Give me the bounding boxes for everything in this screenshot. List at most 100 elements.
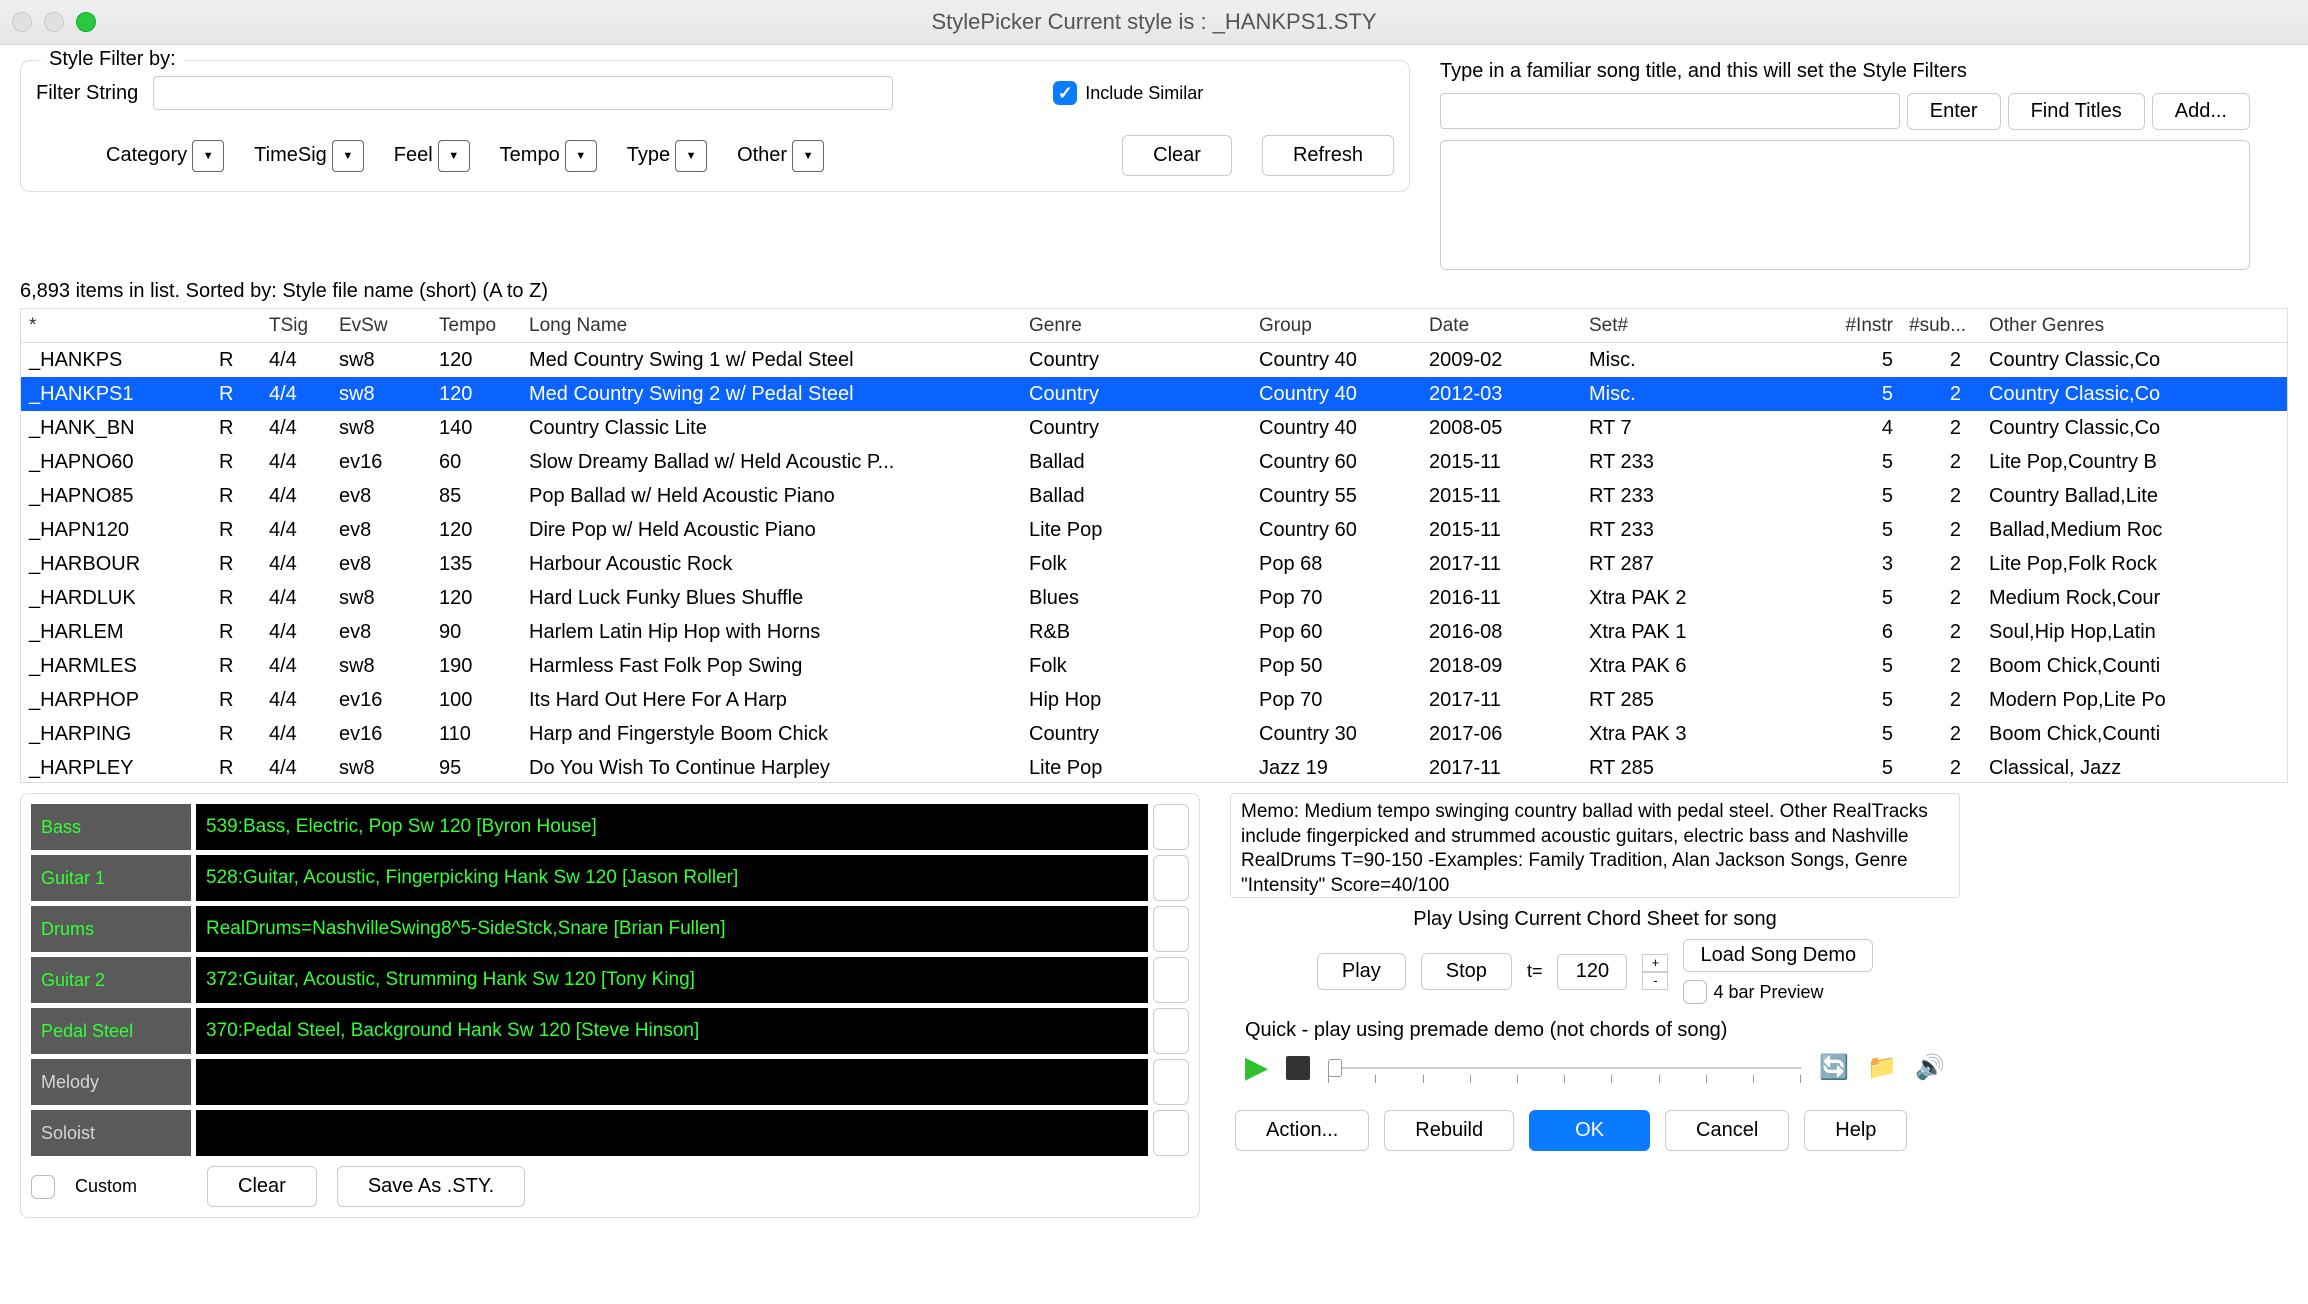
category-label: Category <box>106 144 187 167</box>
table-row[interactable]: _HANKPS1R4/4sw8120Med Country Swing 2 w/… <box>21 377 2287 411</box>
table-row[interactable]: _HARBOURR4/4ev8135Harbour Acoustic RockF… <box>21 547 2287 581</box>
table-row[interactable]: _HARMLESR4/4sw8190Harmless Fast Folk Pop… <box>21 649 2287 683</box>
save-as-sty-button[interactable]: Save As .STY. <box>337 1166 525 1207</box>
col-genre[interactable]: Genre <box>1021 315 1251 337</box>
t-label: t= <box>1527 961 1543 982</box>
tempo-input[interactable] <box>1557 954 1627 990</box>
load-song-demo-button[interactable]: Load Song Demo <box>1683 939 1873 972</box>
table-header[interactable]: * TSig EvSw Tempo Long Name Genre Group … <box>21 309 2287 343</box>
table-row[interactable]: _HARLEMR4/4ev890Harlem Latin Hip Hop wit… <box>21 615 2287 649</box>
track-row: Guitar 1528:Guitar, Acoustic, Fingerpick… <box>31 855 1189 901</box>
folder-icon[interactable]: 📁 <box>1867 1053 1897 1082</box>
track-label[interactable]: Melody <box>31 1059 191 1105</box>
track-value[interactable] <box>196 1110 1148 1156</box>
track-label[interactable]: Bass <box>31 804 191 850</box>
speaker-icon[interactable]: 🔊 <box>1915 1053 1945 1082</box>
song-title-input[interactable] <box>1440 93 1900 129</box>
maximize-window-icon[interactable] <box>76 12 96 32</box>
track-value[interactable]: RealDrums=NashvilleSwing8^5-SideStck,Sna… <box>196 906 1148 952</box>
other-dropdown[interactable] <box>792 140 824 172</box>
tempo-down-button[interactable]: - <box>1642 972 1668 990</box>
feel-dropdown[interactable] <box>438 140 470 172</box>
track-label[interactable]: Guitar 2 <box>31 957 191 1003</box>
track-box[interactable] <box>1153 906 1189 952</box>
col-evsw[interactable]: EvSw <box>331 315 431 337</box>
track-value[interactable] <box>196 1059 1148 1105</box>
loop-icon[interactable]: 🔄 <box>1819 1053 1849 1082</box>
table-body[interactable]: _HANKPSR4/4sw8120Med Country Swing 1 w/ … <box>21 343 2287 783</box>
minimize-window-icon[interactable] <box>44 12 64 32</box>
track-label[interactable]: Pedal Steel <box>31 1008 191 1054</box>
stop-button[interactable]: Stop <box>1421 953 1512 990</box>
rebuild-button[interactable]: Rebuild <box>1384 1110 1514 1151</box>
col-other[interactable]: Other Genres <box>1981 315 2221 337</box>
play-icon[interactable]: ▶ <box>1245 1050 1268 1085</box>
table-row[interactable]: _HAPNO60R4/4ev1660Slow Dreamy Ballad w/ … <box>21 445 2287 479</box>
table-row[interactable]: _HANK_BNR4/4sw8140Country Classic LiteCo… <box>21 411 2287 445</box>
track-box[interactable] <box>1153 855 1189 901</box>
type-label: Type <box>627 144 670 167</box>
col-set[interactable]: Set# <box>1581 315 1821 337</box>
enter-button[interactable]: Enter <box>1907 93 2001 130</box>
include-similar-checkbox[interactable] <box>1053 81 1077 105</box>
type-dropdown[interactable] <box>675 140 707 172</box>
custom-label: Custom <box>75 1176 137 1197</box>
add-button[interactable]: Add... <box>2152 93 2250 130</box>
track-value[interactable]: 370:Pedal Steel, Background Hank Sw 120 … <box>196 1008 1148 1054</box>
stop-icon[interactable] <box>1286 1056 1310 1080</box>
clear-filter-button[interactable]: Clear <box>1122 135 1232 176</box>
ok-button[interactable]: OK <box>1529 1110 1650 1151</box>
play-button[interactable]: Play <box>1317 953 1406 990</box>
col-group[interactable]: Group <box>1251 315 1421 337</box>
table-row[interactable]: _HANKPSR4/4sw8120Med Country Swing 1 w/ … <box>21 343 2287 377</box>
find-titles-button[interactable]: Find Titles <box>2008 93 2145 130</box>
help-button[interactable]: Help <box>1804 1110 1907 1151</box>
filter-string-input[interactable] <box>153 76 893 110</box>
col-tempo[interactable]: Tempo <box>431 315 521 337</box>
four-bar-checkbox[interactable] <box>1683 980 1707 1004</box>
refresh-button[interactable]: Refresh <box>1262 135 1394 176</box>
col-name[interactable]: * <box>21 315 211 337</box>
table-row[interactable]: _HARPINGR4/4ev16110Harp and Fingerstyle … <box>21 717 2287 751</box>
clear-tracks-button[interactable]: Clear <box>207 1166 317 1207</box>
timesig-label: TimeSig <box>254 144 327 167</box>
table-row[interactable]: _HARDLUKR4/4sw8120Hard Luck Funky Blues … <box>21 581 2287 615</box>
track-value[interactable]: 372:Guitar, Acoustic, Strumming Hank Sw … <box>196 957 1148 1003</box>
track-value[interactable]: 539:Bass, Electric, Pop Sw 120 [Byron Ho… <box>196 804 1148 850</box>
track-box[interactable] <box>1153 957 1189 1003</box>
track-box[interactable] <box>1153 804 1189 850</box>
track-box[interactable] <box>1153 1059 1189 1105</box>
table-row[interactable]: _HAPN120R4/4ev8120Dire Pop w/ Held Acous… <box>21 513 2287 547</box>
custom-checkbox[interactable] <box>31 1175 55 1199</box>
filter-string-label: Filter String <box>36 82 138 105</box>
table-row[interactable]: _HARPHOPR4/4ev16100Its Hard Out Here For… <box>21 683 2287 717</box>
window-controls <box>12 12 96 32</box>
table-row[interactable]: _HAPNO85R4/4ev885Pop Ballad w/ Held Acou… <box>21 479 2287 513</box>
track-label[interactable]: Guitar 1 <box>31 855 191 901</box>
tempo-up-button[interactable]: + <box>1642 954 1668 972</box>
timesig-dropdown[interactable] <box>332 140 364 172</box>
category-dropdown[interactable] <box>192 140 224 172</box>
col-instr[interactable]: #Instr <box>1821 315 1901 337</box>
list-status: 6,893 items in list. Sorted by: Style fi… <box>0 275 2308 306</box>
track-label[interactable]: Drums <box>31 906 191 952</box>
track-row: Guitar 2372:Guitar, Acoustic, Strumming … <box>31 957 1189 1003</box>
song-hint: Type in a familiar song title, and this … <box>1440 60 2250 83</box>
col-sub[interactable]: #sub... <box>1901 315 1981 337</box>
col-tsig[interactable]: TSig <box>261 315 331 337</box>
memo-box: Memo: Medium tempo swinging country ball… <box>1230 793 1960 898</box>
col-long[interactable]: Long Name <box>521 315 1021 337</box>
track-box[interactable] <box>1153 1008 1189 1054</box>
track-box[interactable] <box>1153 1110 1189 1156</box>
tempo-dropdown[interactable] <box>565 140 597 172</box>
song-results-textarea[interactable] <box>1440 140 2250 270</box>
close-window-icon[interactable] <box>12 12 32 32</box>
tempo-label: Tempo <box>500 144 560 167</box>
table-row[interactable]: _HARPLEYR4/4sw895Do You Wish To Continue… <box>21 751 2287 783</box>
playback-slider[interactable] <box>1328 1053 1801 1083</box>
action-button[interactable]: Action... <box>1235 1110 1369 1151</box>
track-value[interactable]: 528:Guitar, Acoustic, Fingerpicking Hank… <box>196 855 1148 901</box>
track-label[interactable]: Soloist <box>31 1110 191 1156</box>
col-date[interactable]: Date <box>1421 315 1581 337</box>
cancel-button[interactable]: Cancel <box>1665 1110 1789 1151</box>
